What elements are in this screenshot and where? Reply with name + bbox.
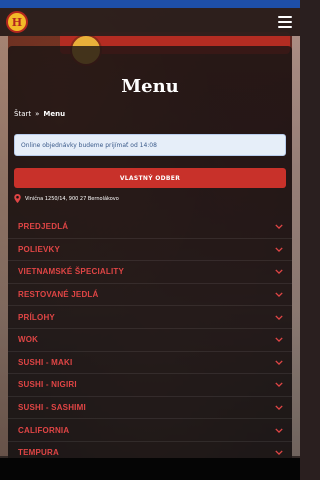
category-label: SUSHI - MAKI [18, 357, 73, 367]
category-label: PRÍLOHY [18, 312, 55, 322]
category-item[interactable]: VIETNAMSKÉ ŠPECIALITY [8, 261, 292, 284]
category-item[interactable]: SUSHI - SASHIMI [8, 397, 292, 420]
breadcrumb-current: Menu [43, 110, 66, 118]
chevron-down-icon [275, 428, 283, 433]
order-notice: Online objednávky budeme prijímať od 14:… [14, 134, 286, 156]
chevron-down-icon [275, 382, 283, 388]
category-label: PREDJEDLÁ [18, 222, 69, 232]
menu-panel: Menu Štart » Menu Online objednávky bude… [8, 46, 292, 480]
restaurant-address: Vinična 1250/14, 900 27 Bernolákovo [14, 194, 119, 203]
category-label: SUSHI - NIGIRI [18, 380, 77, 390]
breadcrumb-home[interactable]: Štart [14, 110, 31, 118]
chevron-down-icon [275, 360, 283, 365]
category-item[interactable]: WOK [8, 329, 292, 352]
category-label: WOK [18, 335, 39, 345]
category-label: RESTOVANÉ JEDLÁ [18, 290, 99, 300]
category-item[interactable]: CALIFORNIA [8, 419, 292, 442]
category-label: VIETNAMSKÉ ŠPECIALITY [18, 267, 124, 277]
category-item[interactable]: SUSHI - NIGIRI [8, 374, 292, 397]
category-list: PREDJEDLÁ POLIEVKY VIETNAMSKÉ ŠPECIALITY RE… [8, 216, 292, 465]
navbar: H [0, 8, 300, 36]
chevron-down-icon [275, 247, 283, 252]
chevron-down-icon [275, 269, 283, 275]
chevron-down-icon [275, 405, 283, 411]
bottom-bar [0, 458, 300, 480]
restaurant-logo[interactable]: H [6, 11, 28, 33]
chevron-down-icon [275, 450, 283, 456]
chevron-down-icon [275, 292, 283, 298]
category-label: TEMPURA [18, 448, 59, 458]
category-item[interactable]: SUSHI - MAKI [8, 352, 292, 375]
pickup-order-button[interactable]: VLASTNÝ ODBER [14, 168, 286, 188]
chevron-down-icon [275, 315, 283, 320]
breadcrumb-separator: » [35, 110, 40, 118]
category-label: SUSHI - SASHIMI [18, 403, 86, 413]
chevron-down-icon [275, 224, 283, 230]
category-label: CALIFORNIA [18, 425, 70, 435]
background-right-edge [292, 36, 300, 456]
map-pin-icon [14, 194, 21, 203]
category-item[interactable]: RESTOVANÉ JEDLÁ [8, 284, 292, 307]
category-item[interactable]: PRÍLOHY [8, 306, 292, 329]
breadcrumb: Štart » Menu [14, 110, 65, 118]
browser-top-strip [0, 0, 300, 8]
background-left-edge [0, 36, 8, 456]
hamburger-icon[interactable] [278, 16, 292, 28]
category-label: POLIEVKY [18, 244, 61, 254]
chevron-down-icon [275, 337, 283, 343]
page-title: Menu [121, 76, 179, 97]
address-text: Vinična 1250/14, 900 27 Bernolákovo [25, 195, 119, 202]
order-notice-text: Online objednávky budeme prijímať od 14:… [21, 141, 157, 149]
category-item[interactable]: POLIEVKY [8, 239, 292, 262]
category-item[interactable]: PREDJEDLÁ [8, 216, 292, 239]
